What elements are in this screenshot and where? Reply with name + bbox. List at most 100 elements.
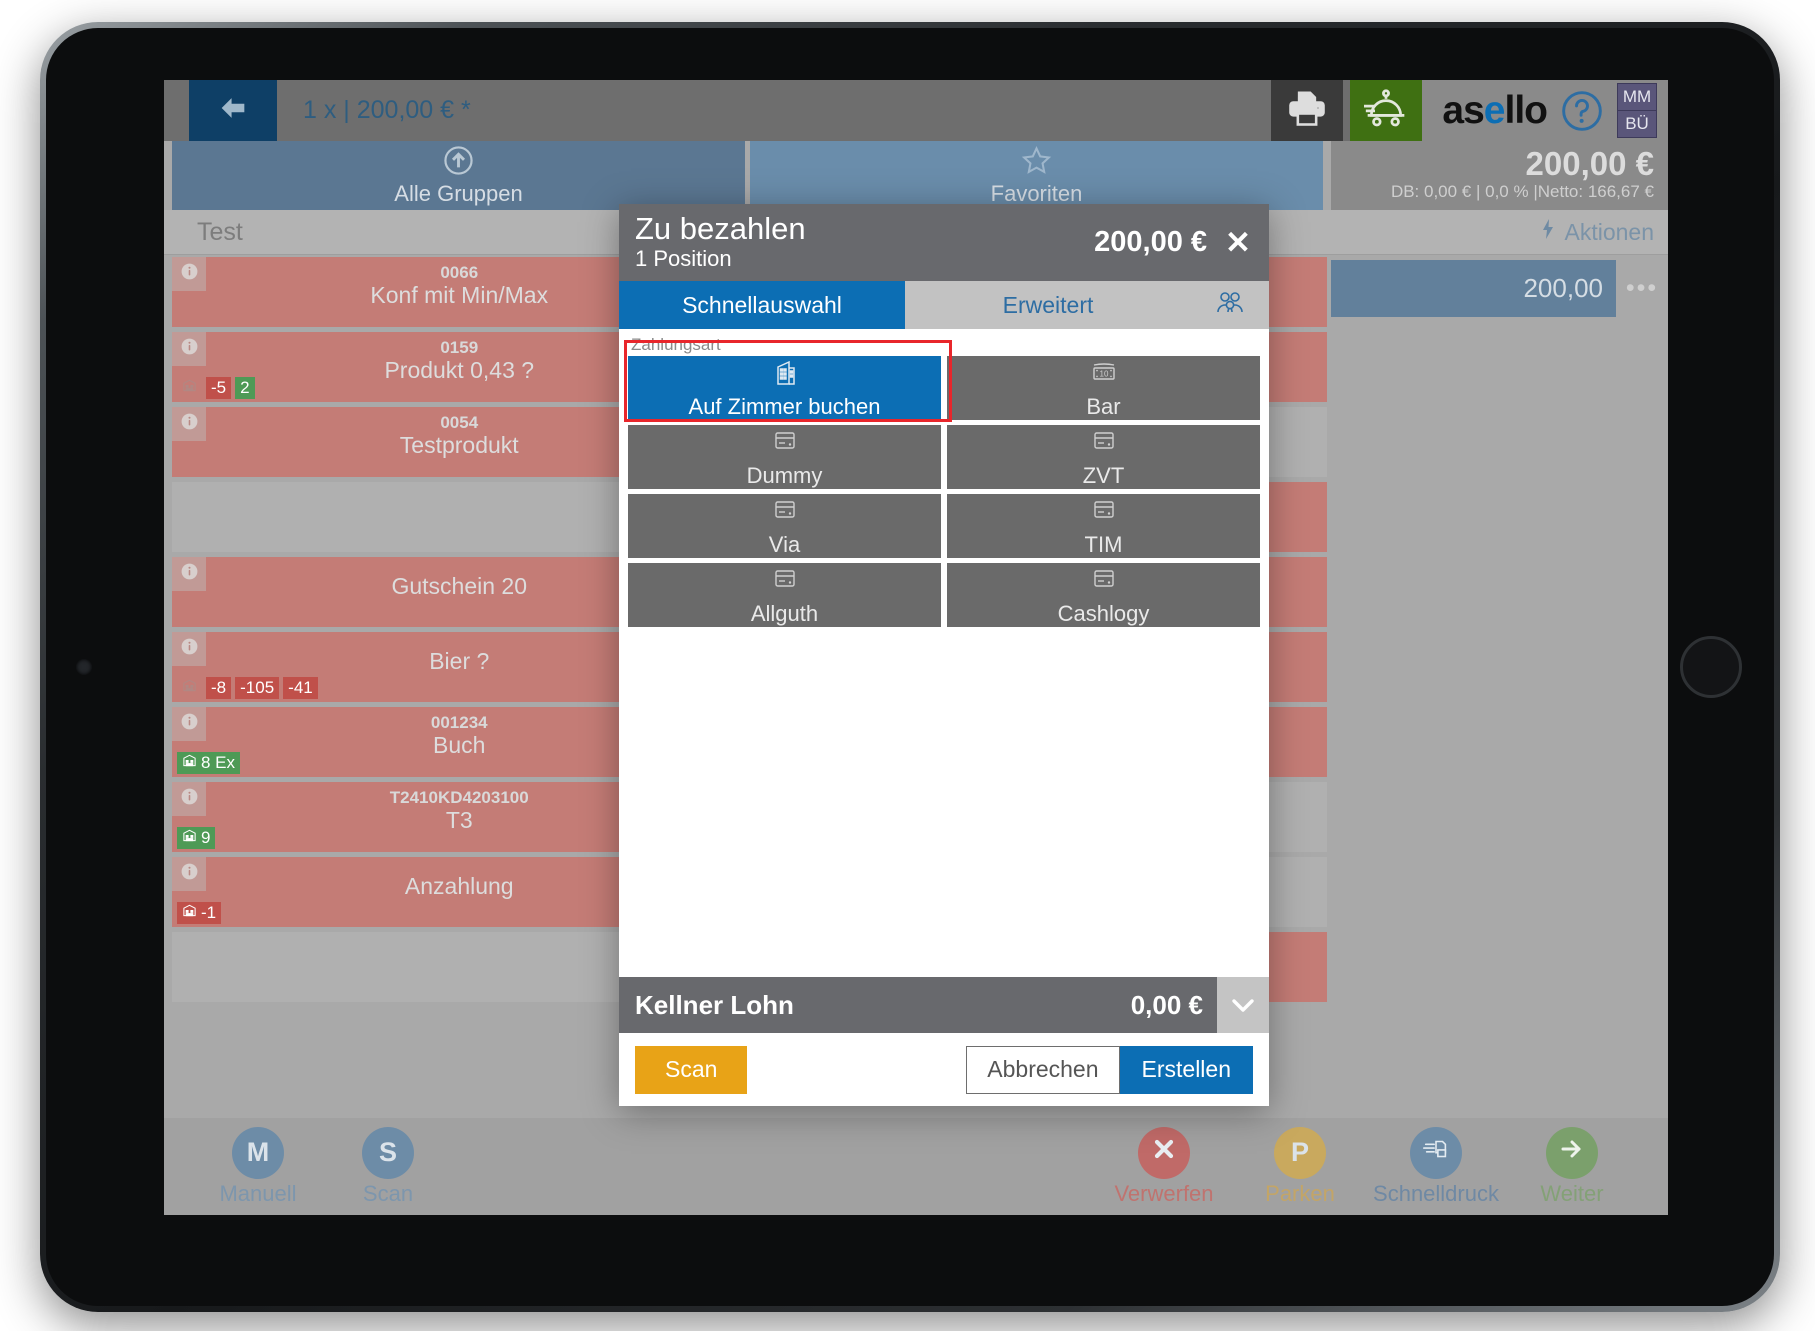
bottom-button-schnelldruck[interactable]: Schnelldruck bbox=[1373, 1126, 1499, 1207]
question-circle-icon[interactable] bbox=[1560, 89, 1604, 133]
bottom-button-scan[interactable]: S Scan bbox=[332, 1126, 444, 1207]
bottom-toolbar: M Manuell S Scan Verwerfen P Parken Schnelldru… bbox=[164, 1118, 1668, 1215]
user-badge[interactable]: MM BÜ bbox=[1617, 83, 1657, 138]
stock-badge: -5 bbox=[206, 377, 232, 399]
order-subline: DB: 0,00 € | 0,0 % |Netto: 166,67 € bbox=[1390, 182, 1654, 201]
close-x-icon[interactable]: ✕ bbox=[1225, 227, 1251, 258]
credit-card-icon bbox=[769, 495, 801, 532]
scan-button[interactable]: Scan bbox=[635, 1045, 748, 1094]
group-tile-favoriten[interactable]: Favoriten bbox=[750, 141, 1323, 210]
stock-badge: 9 bbox=[177, 827, 216, 849]
stock-icon bbox=[182, 903, 197, 923]
bottom-button-parken[interactable]: P Parken bbox=[1244, 1126, 1356, 1207]
tip-label: Kellner Lohn bbox=[635, 989, 794, 1020]
create-button[interactable]: Erstellen bbox=[1119, 1045, 1253, 1094]
user-initials-top: MM bbox=[1618, 84, 1656, 110]
credit-card-icon bbox=[1088, 495, 1120, 532]
button-circle: S bbox=[362, 1126, 414, 1179]
payment-method-label: Allguth bbox=[750, 600, 819, 626]
stock-badge: -8 bbox=[206, 677, 232, 699]
tablet-frame: 1 x | 200,00 € * asello MM BÜ Alle Grupp… bbox=[40, 22, 1780, 1312]
tab-schnellauswahl[interactable]: Schnellauswahl bbox=[619, 281, 905, 329]
payment-method-label: ZVT bbox=[1082, 462, 1125, 488]
dialog-tabs: Schnellauswahl Erweitert bbox=[619, 281, 1269, 329]
payment-dialog: Zu bezahlen 1 Position 200,00 € ✕ Schnel… bbox=[619, 204, 1269, 1106]
chevron-down-icon[interactable] bbox=[1217, 977, 1269, 1033]
payment-method-grid: Auf Zimmer buchen 10 Bar Dummy ZVT Via TIM Allg… bbox=[628, 356, 1260, 627]
order-actions-button[interactable]: Aktionen bbox=[1331, 210, 1668, 255]
product-badges: -1 bbox=[177, 902, 222, 924]
brand-logo: asello bbox=[1442, 88, 1548, 132]
stock-badge-value: -105 bbox=[240, 678, 275, 697]
payment-type-label: Zahlungsart bbox=[631, 335, 721, 354]
button-circle bbox=[1410, 1126, 1462, 1179]
payment-method-auf-zimmer-buchen[interactable]: Auf Zimmer buchen bbox=[628, 356, 941, 420]
stock-badge bbox=[177, 677, 202, 699]
brand-area: asello MM BÜ bbox=[1422, 80, 1668, 141]
star-icon bbox=[1020, 144, 1053, 181]
tip-row[interactable]: Kellner Lohn 0,00 € bbox=[619, 977, 1269, 1033]
payment-method-zvt[interactable]: ZVT bbox=[947, 425, 1260, 489]
arrow-up-circle-icon bbox=[442, 144, 475, 181]
stock-badge-value: -1 bbox=[201, 903, 217, 922]
button-circle bbox=[1138, 1126, 1190, 1179]
stock-icon bbox=[182, 378, 197, 398]
back-button[interactable] bbox=[189, 80, 277, 141]
order-total: 200,00 € bbox=[1525, 145, 1654, 182]
payment-method-cashlogy[interactable]: Cashlogy bbox=[947, 563, 1260, 627]
payment-method-via[interactable]: Via bbox=[628, 494, 941, 558]
cancel-button[interactable]: Abbrechen bbox=[966, 1045, 1120, 1094]
product-badges: 9 bbox=[177, 827, 216, 849]
print-button[interactable] bbox=[1271, 80, 1344, 141]
building-icon bbox=[769, 357, 801, 394]
lightning-icon bbox=[1539, 218, 1557, 246]
guests-button[interactable] bbox=[1191, 281, 1269, 329]
payment-method-tim[interactable]: TIM bbox=[947, 494, 1260, 558]
stock-badge: 8 Ex bbox=[177, 752, 241, 774]
payment-method-allguth[interactable]: Allguth bbox=[628, 563, 941, 627]
group-row: Alle Gruppen Favoriten bbox=[164, 141, 1331, 210]
order-line[interactable]: 200,00 ••• bbox=[1331, 260, 1668, 317]
stock-badge-value: 9 bbox=[201, 828, 211, 847]
order-actions-label: Aktionen bbox=[1564, 218, 1654, 245]
stock-badge: -41 bbox=[283, 677, 318, 699]
payment-method-label: TIM bbox=[1084, 531, 1123, 557]
product-badges: -8 -105 -41 bbox=[177, 677, 318, 699]
order-panel: 200,00 € DB: 0,00 € | 0,0 % |Netto: 166,… bbox=[1331, 141, 1668, 1150]
button-label: Scan bbox=[362, 1180, 414, 1206]
payment-method-dummy[interactable]: Dummy bbox=[628, 425, 941, 489]
payment-method-bar[interactable]: 10 Bar bbox=[947, 356, 1260, 420]
bottom-button-weiter[interactable]: Weiter bbox=[1516, 1126, 1628, 1207]
stock-badge-value: -5 bbox=[211, 378, 227, 397]
stock-icon bbox=[182, 828, 197, 848]
home-button[interactable] bbox=[1680, 636, 1742, 698]
room-service-button[interactable] bbox=[1350, 80, 1423, 141]
group-tile-alle-gruppen[interactable]: Alle Gruppen bbox=[172, 141, 745, 210]
stock-badge: -1 bbox=[177, 902, 222, 924]
x-icon bbox=[1149, 1134, 1179, 1171]
tip-amount: 0,00 € bbox=[1130, 989, 1203, 1020]
order-total-box: 200,00 € DB: 0,00 € | 0,0 % |Netto: 166,… bbox=[1331, 141, 1668, 210]
payment-method-label: Via bbox=[768, 531, 801, 557]
stock-badge: -105 bbox=[235, 677, 280, 699]
stock-icon bbox=[182, 753, 197, 773]
stock-badge: 2 bbox=[235, 377, 255, 399]
button-label: Parken bbox=[1265, 1180, 1335, 1206]
product-badges: -5 2 bbox=[177, 377, 255, 399]
stock-icon bbox=[182, 678, 197, 698]
button-label: Schnelldruck bbox=[1373, 1180, 1499, 1206]
bottom-button-verwerfen[interactable]: Verwerfen bbox=[1108, 1126, 1220, 1207]
tab-erweitert[interactable]: Erweitert bbox=[905, 281, 1191, 329]
dialog-subtitle: 1 Position bbox=[635, 245, 732, 271]
dialog-amount: 200,00 € bbox=[1094, 226, 1208, 258]
order-line-amount[interactable]: 200,00 bbox=[1331, 260, 1616, 317]
svg-text:10: 10 bbox=[1099, 369, 1108, 378]
stock-badge-value: 8 Ex bbox=[201, 753, 236, 772]
product-badges: 8 Ex bbox=[177, 752, 241, 774]
button-label: Weiter bbox=[1540, 1180, 1604, 1206]
order-line-more-button[interactable]: ••• bbox=[1616, 260, 1668, 317]
user-initials-bottom: BÜ bbox=[1618, 110, 1656, 137]
arrow-left-icon bbox=[216, 91, 250, 130]
bottom-button-manuell[interactable]: M Manuell bbox=[202, 1126, 314, 1207]
fast-print-icon bbox=[1421, 1134, 1451, 1171]
